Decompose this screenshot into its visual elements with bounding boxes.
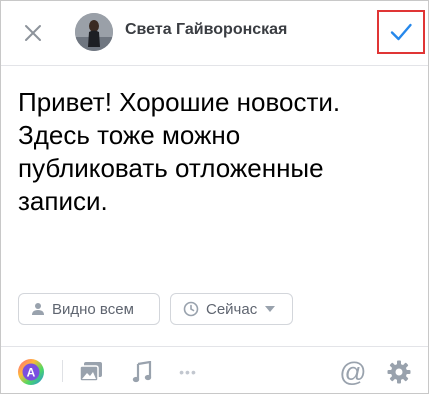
settings-button[interactable] bbox=[385, 359, 413, 385]
avatar[interactable] bbox=[75, 13, 113, 51]
publish-confirm-button[interactable] bbox=[377, 10, 425, 54]
attach-photo-button[interactable] bbox=[78, 359, 104, 385]
publish-time-label: Сейчас bbox=[206, 300, 258, 318]
mention-button[interactable]: @ bbox=[339, 357, 367, 387]
chevron-down-icon bbox=[265, 306, 276, 312]
photo-icon bbox=[79, 362, 102, 382]
editor-toolbar: A ••• @ bbox=[1, 346, 428, 394]
editor-header: Света Гайворонская bbox=[1, 1, 428, 66]
toolbar-divider bbox=[62, 360, 63, 382]
music-note-icon bbox=[132, 361, 152, 383]
visibility-chip[interactable]: Видно всем bbox=[18, 293, 160, 325]
post-text-area[interactable]: Привет! Хорошие новости. Здесь тоже можн… bbox=[18, 86, 413, 218]
avatar-photo bbox=[75, 13, 113, 51]
clock-icon bbox=[183, 301, 199, 317]
publish-time-chip[interactable]: Сейчас bbox=[170, 293, 293, 325]
close-button[interactable] bbox=[19, 19, 47, 47]
svg-text:A: A bbox=[27, 366, 36, 380]
person-icon bbox=[31, 302, 45, 316]
color-circle-icon: A bbox=[18, 359, 44, 385]
background-color-button[interactable]: A bbox=[16, 359, 46, 385]
close-icon bbox=[25, 25, 41, 41]
visibility-label: Видно всем bbox=[52, 300, 134, 318]
author-name[interactable]: Света Гайворонская bbox=[125, 21, 287, 39]
gear-icon bbox=[387, 360, 411, 384]
checkmark-icon bbox=[390, 23, 412, 41]
post-editor-window: Света Гайворонская Привет! Хорошие новос… bbox=[0, 0, 429, 394]
attach-music-button[interactable] bbox=[130, 359, 154, 385]
more-attachments-button[interactable]: ••• bbox=[173, 359, 203, 385]
